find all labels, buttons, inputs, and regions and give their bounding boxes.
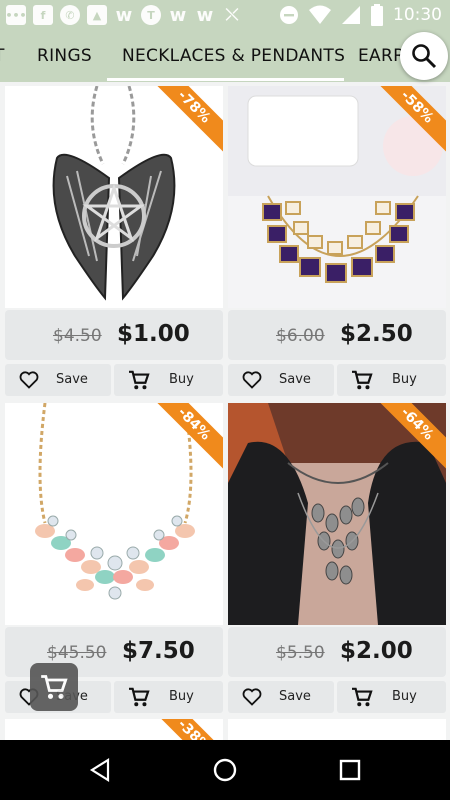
original-price: $5.50	[276, 643, 325, 663]
tab-rings[interactable]: RINGS	[37, 46, 92, 66]
heart-icon	[242, 371, 262, 389]
buy-label: Buy	[392, 689, 417, 704]
search-icon	[412, 44, 437, 69]
status-bar: ••• f ✆ ▲ w T w w ⤬ 10:30	[0, 0, 450, 32]
do-not-disturb-icon	[280, 6, 298, 24]
system-navigation-bar	[0, 740, 450, 800]
system-icons: 10:30	[279, 4, 442, 26]
save-label: Save	[279, 689, 311, 704]
cart-icon	[352, 687, 373, 707]
product-card-partial[interactable]: -38%	[5, 719, 223, 740]
facebook-icon: f	[33, 5, 53, 25]
save-button[interactable]: Save	[228, 681, 334, 713]
save-label: Save	[56, 372, 88, 387]
cart-icon	[41, 675, 68, 699]
price-box: $6.00 $2.50	[228, 310, 446, 360]
t-app-icon: T	[141, 5, 161, 25]
cart-icon	[129, 370, 150, 390]
discount-badge: -38%	[147, 719, 223, 740]
buy-button[interactable]: Buy	[337, 681, 446, 713]
product-card-partial[interactable]	[228, 719, 446, 740]
heart-icon	[242, 688, 262, 706]
w-app-icon-2: w	[169, 4, 187, 26]
search-button[interactable]	[400, 32, 448, 80]
product-image[interactable]: -58%	[228, 86, 446, 308]
signal-icon	[342, 6, 360, 24]
cart-icon	[352, 370, 373, 390]
buy-label: Buy	[392, 372, 417, 387]
category-tabs: T RINGS NECKLACES & PENDANTS EARRINGS	[0, 32, 450, 82]
missed-call-icon: ⤬	[225, 5, 239, 24]
floating-cart-button[interactable]	[30, 663, 78, 711]
save-button[interactable]: Save	[228, 364, 334, 396]
original-price: $4.50	[53, 326, 102, 346]
wifi-icon	[309, 5, 331, 24]
buy-label: Buy	[169, 372, 194, 387]
tab-necklaces-pendants[interactable]: NECKLACES & PENDANTS	[122, 46, 345, 66]
save-label: Save	[279, 372, 311, 387]
buy-label: Buy	[169, 689, 194, 704]
battery-icon	[371, 4, 383, 26]
product-image[interactable]: -64%	[228, 403, 446, 625]
home-icon[interactable]	[212, 757, 238, 783]
product-card[interactable]: -78% $4.50 $1.00 Save Buy	[5, 86, 223, 398]
message-icon: •••	[5, 5, 27, 25]
product-card[interactable]: -58% $6.00 $2.50 Save Buy	[228, 86, 446, 398]
save-button[interactable]: Save	[5, 364, 111, 396]
active-tab-indicator	[107, 78, 344, 81]
product-image[interactable]: -78%	[5, 86, 223, 308]
notification-icons: ••• f ✆ ▲ w T w w ⤬	[5, 4, 242, 26]
status-time: 10:30	[393, 5, 442, 25]
w-app-icon: w	[115, 4, 133, 26]
tab-previous[interactable]: T	[0, 46, 5, 66]
recent-apps-icon[interactable]	[339, 759, 361, 781]
original-price: $45.50	[47, 643, 107, 663]
buy-button[interactable]: Buy	[114, 681, 223, 713]
product-card[interactable]: -64% $5.50 $2.00 Save Buy	[228, 403, 446, 715]
back-icon[interactable]	[88, 758, 112, 782]
original-price: $6.00	[276, 326, 325, 346]
sale-price: $7.50	[122, 638, 195, 664]
gallery-icon: ▲	[87, 5, 107, 25]
sale-price: $1.00	[117, 321, 190, 347]
sale-price: $2.50	[340, 321, 413, 347]
price-box: $4.50 $1.00	[5, 310, 223, 360]
product-image[interactable]: -84%	[5, 403, 223, 625]
buy-button[interactable]: Buy	[337, 364, 446, 396]
buy-button[interactable]: Buy	[114, 364, 223, 396]
w-app-icon-3: w	[196, 4, 214, 26]
price-box: $5.50 $2.00	[228, 627, 446, 677]
cart-icon	[129, 687, 150, 707]
sale-price: $2.00	[340, 638, 413, 664]
heart-icon	[19, 371, 39, 389]
whatsapp-icon: ✆	[60, 5, 80, 25]
